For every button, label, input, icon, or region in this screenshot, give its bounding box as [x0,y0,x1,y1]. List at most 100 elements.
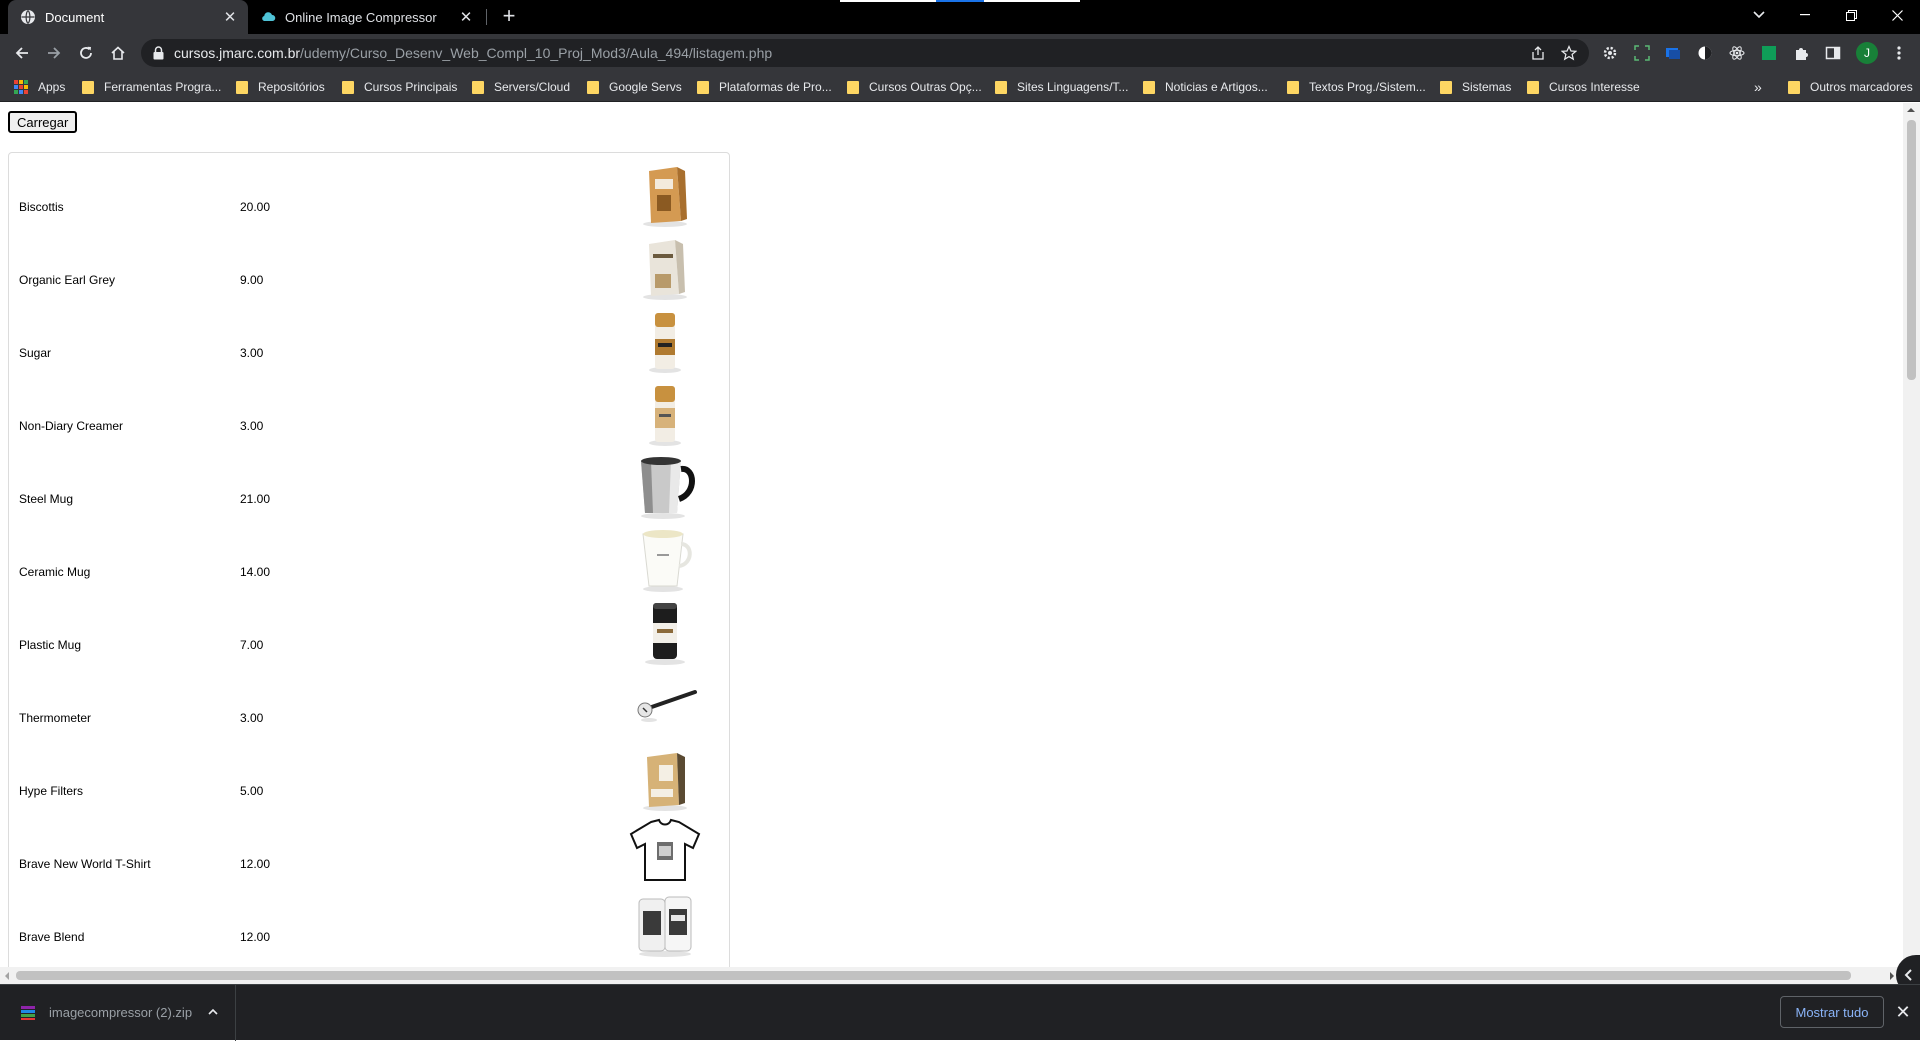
bookmark-folder[interactable]: Sites Linguagens/T... [995,78,1128,96]
folder-icon [995,80,1007,94]
product-price: 5.00 [240,784,264,798]
folder-icon [472,80,484,94]
extension-react-icon[interactable] [1728,44,1746,62]
folder-icon [1440,80,1452,94]
horizontal-scrollbar[interactable] [0,967,1903,984]
bookmark-label: Servers/Cloud [494,80,571,94]
bookmark-folder[interactable]: Plataformas de Pro... [697,78,832,96]
back-arrow-icon[interactable] [10,41,34,65]
bookmark-folder[interactable]: Cursos Outras Opç... [847,78,982,96]
scroll-right-arrow-icon[interactable] [1890,972,1894,980]
extensions-puzzle-icon[interactable] [1792,44,1810,62]
bookmark-label: Sistemas [1462,80,1512,94]
product-row: Thermometer 3.00 [9,664,729,737]
bookmark-other[interactable]: Outros marcadores [1788,78,1913,96]
bookmark-folder[interactable]: Sistemas [1440,78,1511,96]
new-tab-button[interactable]: + [497,5,521,29]
bookmark-label: Cursos Principais [364,80,458,94]
lock-icon[interactable] [153,46,164,65]
product-row: Plastic Mug 7.00 [9,591,729,665]
bookmark-label: Plataformas de Pro... [719,80,832,94]
product-price: 20.00 [240,200,271,214]
product-image-steel-mug [641,457,695,519]
bookmark-folder[interactable]: Textos Prog./Sistem... [1287,78,1426,96]
extension-screenshot-icon[interactable] [1633,44,1651,62]
product-image-creamer-jar [649,386,681,446]
extension-green-square-icon[interactable] [1760,44,1778,62]
product-row: Steel Mug 21.00 [9,445,729,519]
vertical-scroll-thumb[interactable] [1907,120,1916,380]
show-all-downloads-button[interactable]: Mostrar tudo [1780,996,1884,1028]
product-price: 7.00 [240,638,264,652]
product-image-biscotti-box [643,167,687,227]
bookmark-folder[interactable]: Cursos Principais [342,78,457,96]
forward-arrow-icon[interactable] [42,41,66,65]
product-list: Biscottis 20.00 Organic Earl Grey 9.00 S… [8,152,730,967]
reload-icon[interactable] [74,41,98,65]
tab-close-icon[interactable]: ✕ [458,9,474,26]
address-bar[interactable]: cursos.jmarc.com.br/udemy/Curso_Desenv_W… [141,39,1589,67]
tab-title: Document [45,9,105,25]
product-row: Non-Diary Creamer 3.00 [9,372,729,446]
bookmark-folder[interactable]: Ferramentas Progra... [82,78,221,96]
restore-button[interactable] [1828,0,1874,30]
home-icon[interactable] [106,41,130,65]
extension-dark-mode-icon[interactable] [1696,44,1714,62]
profile-avatar[interactable]: J [1856,42,1878,64]
product-name: Sugar [19,346,52,360]
folder-icon [236,80,248,94]
tab-online-image-compressor[interactable]: Online Image Compressor ✕ [250,0,484,34]
folder-icon [342,80,354,94]
product-price: 9.00 [240,273,264,287]
scroll-left-arrow-icon[interactable] [5,972,9,980]
folder-icon [1287,80,1299,94]
browser-toolbar: cursos.jmarc.com.br/udemy/Curso_Desenv_W… [0,34,1920,72]
product-name: Non-Diary Creamer [19,419,124,433]
bookmark-folder[interactable]: Noticias e Artigos... [1143,78,1268,96]
vertical-scrollbar[interactable] [1903,103,1920,967]
bookmarks-overflow-chevron-icon[interactable]: » [1754,78,1762,96]
close-window-button[interactable] [1874,0,1920,30]
bookmark-folder[interactable]: Cursos Interesse [1527,78,1640,96]
bookmark-label: Textos Prog./Sistem... [1309,80,1426,94]
product-price: 12.00 [240,857,271,871]
bookmark-apps[interactable]: Apps [14,78,65,96]
product-name: Organic Earl Grey [19,273,116,287]
product-price: 3.00 [240,346,264,360]
product-price: 3.00 [240,419,264,433]
side-panel-icon[interactable] [1824,44,1842,62]
url-text[interactable]: cursos.jmarc.com.br/udemy/Curso_Desenv_W… [174,45,772,61]
extension-gear-icon[interactable] [1601,44,1619,62]
extension-monitor-icon[interactable] [1664,44,1682,62]
share-icon[interactable] [1530,45,1546,61]
bookmark-folder[interactable]: Servers/Cloud [472,78,570,96]
folder-icon [1143,80,1155,94]
globe-icon [20,9,36,25]
bookmark-folder[interactable]: Repositórios [236,78,325,96]
product-price: 14.00 [240,565,271,579]
product-image-plastic-mug [645,603,685,665]
load-button[interactable]: Carregar [8,111,78,133]
bookmark-label: Apps [38,80,66,94]
minimize-button[interactable] [1782,0,1828,30]
product-image-coffee-cans [638,896,692,957]
product-name: Ceramic Mug [19,565,91,579]
horizontal-scroll-thumb[interactable] [16,971,1851,980]
url-path: /udemy/Curso_Desenv_Web_Compl_10_Proj_Mo… [300,45,773,61]
scroll-up-arrow-icon[interactable] [1907,108,1915,112]
page-viewport: Carregar Biscottis 20.00 Organic Earl Gr… [0,103,1903,967]
bookmark-label: Sites Linguagens/T... [1017,80,1129,94]
product-row: Ceramic Mug 14.00 [9,518,729,592]
product-image-sugar-jar [649,313,681,373]
more-menu-icon[interactable] [1890,44,1908,62]
close-shelf-icon[interactable]: ✕ [1893,1002,1913,1022]
bookmarks-bar: Apps Ferramentas Progra... Repositórios … [0,72,1920,102]
product-name: Hype Filters [19,784,84,798]
tab-close-icon[interactable]: ✕ [222,9,238,26]
tab-search-chevron-down-icon[interactable] [1736,0,1782,30]
bookmark-folder[interactable]: Google Servs [587,78,682,96]
bookmark-star-icon[interactable] [1560,45,1578,61]
tab-document[interactable]: Document ✕ [8,0,248,34]
download-item[interactable]: imagecompressor (2).zip [0,985,236,1041]
chevron-up-icon[interactable] [208,1004,218,1018]
